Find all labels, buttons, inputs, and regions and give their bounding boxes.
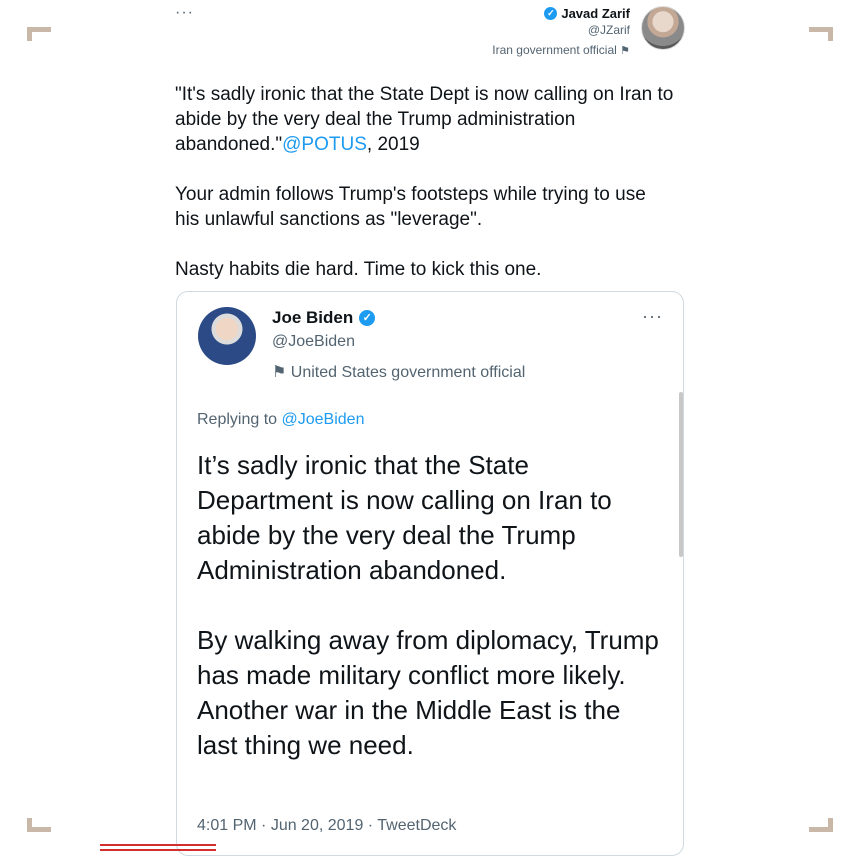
quoted-author-name-row: Joe Biden ✓: [272, 308, 376, 328]
author-avatar[interactable]: [641, 6, 685, 50]
author-label-text: Iran government official: [492, 43, 617, 57]
corner-mark-bottom-right: [809, 818, 833, 832]
verified-badge-icon: ✓: [544, 7, 558, 20]
tweet-time[interactable]: 4:01 PM: [197, 817, 257, 834]
tweet-quote-text: "It's sadly ironic that the State Dept i…: [175, 84, 674, 155]
more-options-icon[interactable]: ···: [175, 4, 194, 22]
tweet-paragraph-2: Your admin follows Trump's footsteps whi…: [175, 184, 646, 230]
verified-badge-icon: ✓: [359, 310, 376, 326]
tweet-year-text: , 2019: [366, 134, 420, 155]
quoted-tweet-card[interactable]: Joe Biden ✓ @JoeBiden ⚑ United States go…: [176, 291, 684, 856]
quoted-author-handle[interactable]: @JoeBiden: [272, 333, 355, 351]
tweet-source[interactable]: TweetDeck: [377, 817, 456, 834]
corner-mark-top-right: [809, 27, 833, 41]
corner-mark-bottom-left: [27, 818, 51, 832]
tweet-paragraph-1: "It's sadly ironic that the State Dept i…: [175, 82, 675, 157]
tweet-date[interactable]: Jun 20, 2019: [271, 817, 364, 834]
author-name[interactable]: Javad Zarif: [561, 6, 630, 21]
replying-to-handle-link[interactable]: @JoeBiden: [282, 411, 365, 428]
quoted-author-label-text: United States government official: [290, 364, 526, 381]
quoted-tweet-body: It’s sadly ironic that the State Departm…: [197, 448, 667, 763]
meta-separator: ·: [256, 817, 271, 834]
tweet-text: "It's sadly ironic that the State Dept i…: [175, 82, 675, 282]
date-underline-annotation-2: [100, 849, 216, 851]
meta-separator: ·: [363, 817, 378, 834]
mention-link[interactable]: @POTUS: [282, 134, 367, 155]
more-options-icon[interactable]: ···: [642, 306, 663, 327]
author-handle[interactable]: @JZarif: [492, 23, 630, 37]
quoted-author-avatar[interactable]: [198, 307, 256, 365]
author-name-row: ✓ Javad Zarif: [492, 6, 630, 21]
quoted-author-government-label: ⚑ United States government official: [272, 362, 525, 382]
flag-icon: ⚑: [620, 45, 630, 57]
quoted-paragraph-1: It’s sadly ironic that the State Departm…: [197, 450, 612, 585]
replying-to: Replying to @JoeBiden: [197, 411, 364, 429]
replying-to-prefix: Replying to: [197, 411, 282, 428]
scrollbar[interactable]: [679, 392, 683, 557]
flag-icon: ⚑: [272, 364, 291, 381]
date-underline-annotation: [100, 844, 216, 846]
tweet-metadata: 4:01 PM · Jun 20, 2019 · TweetDeck: [197, 817, 456, 835]
tweet-paragraph-3: Nasty habits die hard. Time to kick this…: [175, 259, 542, 280]
author-government-label: Iran government official ⚑: [492, 43, 630, 57]
corner-mark-top-left: [27, 27, 51, 41]
quoted-author-name[interactable]: Joe Biden: [272, 308, 353, 328]
tweet-author-block[interactable]: ✓ Javad Zarif @JZarif Iran government of…: [492, 6, 630, 57]
quoted-paragraph-2: By walking away from diplomacy, Trump ha…: [197, 625, 659, 760]
